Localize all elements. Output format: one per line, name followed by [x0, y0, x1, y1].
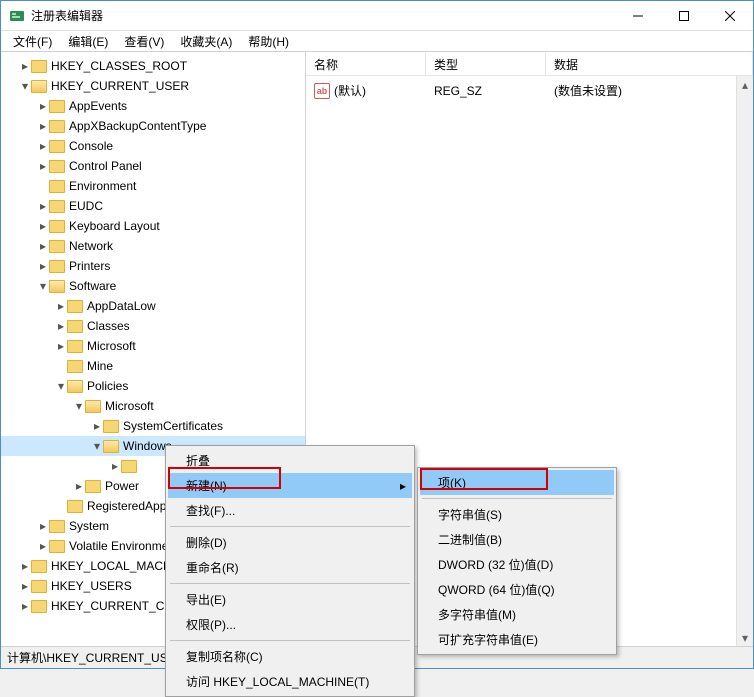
- menu-permissions[interactable]: 权限(P)...: [168, 612, 412, 637]
- menu-file[interactable]: 文件(F): [5, 31, 60, 52]
- scroll-up-icon[interactable]: ▴: [737, 76, 753, 93]
- menu-new[interactable]: 新建(N)▸: [168, 473, 412, 498]
- list-header: 名称 类型 数据: [306, 52, 753, 76]
- tree-item[interactable]: ▸AppXBackupContentType: [1, 116, 305, 136]
- context-menu-new: 项(K) 字符串值(S) 二进制值(B) DWORD (32 位)值(D) QW…: [417, 467, 617, 655]
- menu-new-qword[interactable]: QWORD (64 位)值(Q): [420, 577, 614, 602]
- menu-collapse[interactable]: 折叠: [168, 448, 412, 473]
- maximize-button[interactable]: [661, 1, 707, 31]
- menu-find[interactable]: 查找(F)...: [168, 498, 412, 523]
- menu-export[interactable]: 导出(E): [168, 587, 412, 612]
- tree-item[interactable]: ▸EUDC: [1, 196, 305, 216]
- chevron-down-icon[interactable]: ▾: [91, 440, 103, 452]
- menu-help[interactable]: 帮助(H): [240, 31, 297, 52]
- string-value-icon: ab: [314, 83, 330, 99]
- separator: [170, 640, 410, 641]
- tree-item[interactable]: ▸AppEvents: [1, 96, 305, 116]
- value-name: (默认): [334, 82, 366, 99]
- tree-item[interactable]: ▸SystemCertificates: [1, 416, 305, 436]
- list-row[interactable]: ab(默认) REG_SZ (数值未设置): [306, 76, 753, 101]
- col-data[interactable]: 数据: [546, 52, 753, 75]
- menu-goto[interactable]: 访问 HKEY_LOCAL_MACHINE(T): [168, 669, 412, 694]
- menu-new-expand[interactable]: 可扩充字符串值(E): [420, 627, 614, 652]
- tree-item-software[interactable]: ▾Software: [1, 276, 305, 296]
- app-icon: [9, 8, 25, 24]
- tree-item[interactable]: ▸Keyboard Layout: [1, 216, 305, 236]
- minimize-button[interactable]: [615, 1, 661, 31]
- scroll-down-icon[interactable]: ▾: [737, 629, 753, 646]
- value-type: REG_SZ: [426, 80, 546, 101]
- chevron-down-icon[interactable]: ▾: [55, 380, 67, 392]
- separator: [170, 583, 410, 584]
- chevron-down-icon[interactable]: ▾: [73, 400, 85, 412]
- col-name[interactable]: 名称: [306, 52, 426, 75]
- tree-item-microsoft[interactable]: ▾Microsoft: [1, 396, 305, 416]
- tree-item[interactable]: ▸Microsoft: [1, 336, 305, 356]
- titlebar: 注册表编辑器: [1, 1, 753, 31]
- chevron-down-icon[interactable]: ▾: [19, 80, 31, 92]
- tree-item[interactable]: ▸Environment: [1, 176, 305, 196]
- chevron-down-icon[interactable]: ▾: [37, 280, 49, 292]
- tree-item[interactable]: ▸Console: [1, 136, 305, 156]
- window-title: 注册表编辑器: [31, 7, 615, 24]
- col-type[interactable]: 类型: [426, 52, 546, 75]
- chevron-right-icon[interactable]: ▸: [19, 60, 31, 72]
- tree-item[interactable]: ▸Classes: [1, 316, 305, 336]
- tree-item[interactable]: ▸Mine: [1, 356, 305, 376]
- menu-new-string[interactable]: 字符串值(S): [420, 502, 614, 527]
- tree-item-hkcr[interactable]: ▸HKEY_CLASSES_ROOT: [1, 56, 305, 76]
- menu-view[interactable]: 查看(V): [116, 31, 172, 52]
- menubar: 文件(F) 编辑(E) 查看(V) 收藏夹(A) 帮助(H): [1, 31, 753, 51]
- value-data: (数值未设置): [546, 80, 753, 101]
- close-button[interactable]: [707, 1, 753, 31]
- submenu-arrow-icon: ▸: [400, 479, 406, 493]
- scrollbar[interactable]: ▴ ▾: [736, 76, 753, 646]
- context-menu-main: 折叠 新建(N)▸ 查找(F)... 删除(D) 重命名(R) 导出(E) 权限…: [165, 445, 415, 697]
- tree-item[interactable]: ▸Control Panel: [1, 156, 305, 176]
- menu-rename[interactable]: 重命名(R): [168, 555, 412, 580]
- separator: [170, 526, 410, 527]
- separator: [422, 498, 612, 499]
- tree-item[interactable]: ▸AppDataLow: [1, 296, 305, 316]
- tree-item[interactable]: ▸Network: [1, 236, 305, 256]
- menu-new-multi[interactable]: 多字符串值(M): [420, 602, 614, 627]
- menu-delete[interactable]: 删除(D): [168, 530, 412, 555]
- tree-item-policies[interactable]: ▾Policies: [1, 376, 305, 396]
- menu-copykey[interactable]: 复制项名称(C): [168, 644, 412, 669]
- tree-item-hkcu[interactable]: ▾HKEY_CURRENT_USER: [1, 76, 305, 96]
- menu-edit[interactable]: 编辑(E): [60, 31, 116, 52]
- tree-item[interactable]: ▸Printers: [1, 256, 305, 276]
- menu-favorites[interactable]: 收藏夹(A): [172, 31, 240, 52]
- menu-new-key[interactable]: 项(K): [420, 470, 614, 495]
- menu-new-dword[interactable]: DWORD (32 位)值(D): [420, 552, 614, 577]
- menu-new-binary[interactable]: 二进制值(B): [420, 527, 614, 552]
